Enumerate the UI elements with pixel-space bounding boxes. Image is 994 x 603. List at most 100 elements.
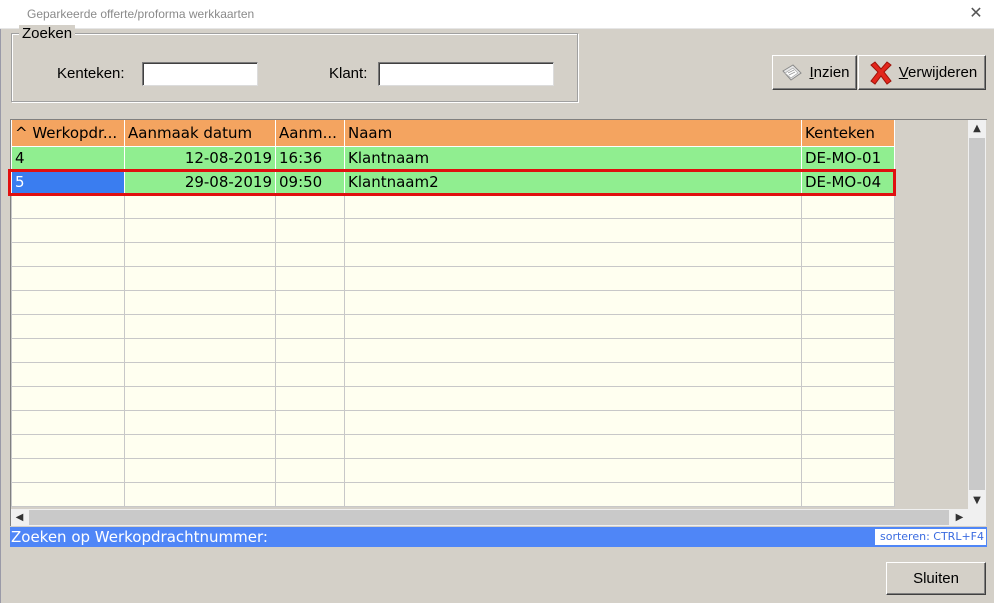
empty-cell (344, 361, 802, 387)
column-header-kenteken[interactable]: Kenteken (801, 120, 895, 147)
empty-cell (275, 265, 345, 291)
empty-cell (11, 313, 125, 339)
empty-row (11, 385, 895, 411)
empty-cell (11, 409, 125, 435)
empty-cell (801, 217, 895, 243)
column-header-aanmaak-datum[interactable]: Aanmaak datum (124, 120, 276, 147)
empty-row (11, 481, 895, 507)
scroll-down-icon[interactable]: ▼ (968, 492, 986, 509)
view-document-icon (782, 63, 803, 81)
empty-cell (344, 433, 802, 459)
empty-cell (275, 217, 345, 243)
empty-row (11, 361, 895, 387)
scroll-right-icon[interactable]: ▶ (951, 509, 968, 526)
empty-cell (801, 481, 895, 507)
empty-cell (344, 481, 802, 507)
grid-table: ^ Werkopdr... Aanmaak datum Aanm... Naam… (11, 120, 895, 507)
empty-cell (275, 457, 345, 483)
empty-row (11, 337, 895, 363)
column-header-naam[interactable]: Naam (344, 120, 802, 147)
scroll-left-icon[interactable]: ◀ (11, 509, 28, 526)
empty-row (11, 457, 895, 483)
table-row-selected[interactable]: 5 29-08-2019 09:50 Klantnaam2 DE-MO-04 (11, 169, 895, 195)
empty-row (11, 217, 895, 243)
empty-cell (124, 265, 276, 291)
cell-werkopdracht: 4 (11, 145, 125, 171)
horizontal-scroll-thumb[interactable] (29, 510, 949, 525)
empty-cell (801, 433, 895, 459)
empty-cell (801, 385, 895, 411)
verwijderen-button[interactable]: Verwijderen (858, 55, 986, 90)
empty-cell (275, 481, 345, 507)
empty-cell (11, 193, 125, 219)
empty-cell (344, 409, 802, 435)
empty-cell (801, 241, 895, 267)
empty-cell (801, 457, 895, 483)
cell-naam: Klantnaam (344, 145, 802, 171)
empty-cell (275, 409, 345, 435)
empty-cell (275, 337, 345, 363)
horizontal-scrollbar[interactable]: ◀ ▶ (11, 509, 968, 526)
column-header-aanmaak-tijd[interactable]: Aanm... (275, 120, 345, 147)
scrollbar-corner (968, 509, 986, 526)
cell-datum: 29-08-2019 (124, 169, 276, 195)
empty-cell (801, 361, 895, 387)
search-status-bar: Zoeken op Werkopdrachtnummer: sorteren: … (10, 527, 987, 547)
parked-cards-grid[interactable]: ^ Werkopdr... Aanmaak datum Aanm... Naam… (8, 119, 987, 526)
kenteken-input[interactable] (142, 62, 258, 86)
cell-werkopdracht: 5 (11, 169, 125, 195)
empty-cell (124, 193, 276, 219)
sort-hint: sorteren: CTRL+F4 (875, 529, 986, 545)
empty-cell (801, 313, 895, 339)
empty-cell (124, 361, 276, 387)
cell-tijd: 16:36 (275, 145, 345, 171)
empty-cell (801, 289, 895, 315)
empty-row (11, 241, 895, 267)
inzien-button[interactable]: Inzien (772, 55, 857, 90)
empty-cell (801, 409, 895, 435)
close-icon[interactable]: ✕ (967, 4, 985, 22)
empty-cell (344, 313, 802, 339)
empty-row (11, 409, 895, 435)
empty-cell (11, 385, 125, 411)
cell-naam: Klantnaam2 (344, 169, 802, 195)
table-row[interactable]: 4 12-08-2019 16:36 Klantnaam DE-MO-01 (11, 145, 895, 171)
klant-label: Klant: (329, 65, 368, 82)
empty-cell (275, 433, 345, 459)
empty-cell (344, 217, 802, 243)
empty-cell (344, 241, 802, 267)
empty-cell (275, 385, 345, 411)
empty-cell (275, 313, 345, 339)
empty-cell (344, 337, 802, 363)
vertical-scrollbar[interactable]: ▲ ▼ (968, 120, 986, 509)
empty-cell (124, 457, 276, 483)
window-left-edge (0, 29, 1, 603)
empty-cell (275, 193, 345, 219)
cell-kenteken: DE-MO-01 (801, 145, 895, 171)
empty-cell (124, 289, 276, 315)
empty-cell (11, 241, 125, 267)
empty-cell (11, 217, 125, 243)
title-bar: Geparkeerde offerte/proforma werkkaarten… (0, 0, 994, 29)
empty-cell (344, 193, 802, 219)
vertical-scroll-thumb[interactable] (969, 138, 985, 490)
status-text: Zoeken op Werkopdrachtnummer: (11, 528, 268, 546)
empty-row (11, 265, 895, 291)
empty-cell (11, 481, 125, 507)
verwijderen-label: erwijderen (907, 64, 978, 81)
klant-input[interactable] (378, 62, 554, 86)
column-header-werkopdracht[interactable]: ^ Werkopdr... (11, 120, 125, 147)
scroll-up-icon[interactable]: ▲ (968, 120, 986, 137)
empty-cell (11, 289, 125, 315)
cell-kenteken: DE-MO-04 (801, 169, 895, 195)
empty-cell (344, 457, 802, 483)
empty-row (11, 433, 895, 459)
empty-cell (124, 409, 276, 435)
sluiten-button[interactable]: Sluiten (886, 562, 986, 595)
empty-cell (11, 337, 125, 363)
cell-tijd: 09:50 (275, 169, 345, 195)
empty-cell (11, 433, 125, 459)
empty-cell (275, 241, 345, 267)
empty-row (11, 313, 895, 339)
search-legend: Zoeken (19, 25, 76, 42)
